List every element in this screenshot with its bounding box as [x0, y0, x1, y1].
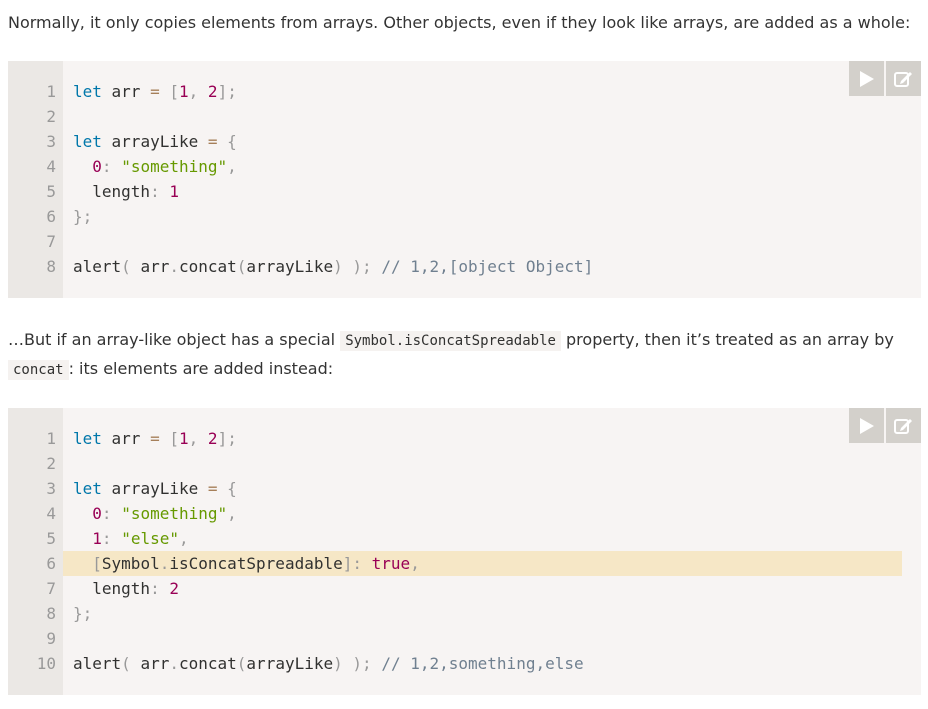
- line-number: 2: [46, 454, 56, 473]
- code-line: 2: [46, 104, 921, 129]
- code-line: 1 let arr = [1, 2];: [46, 426, 921, 451]
- code-line: 5 1: "else",: [46, 526, 921, 551]
- code-line: 7 length: 2: [46, 576, 921, 601]
- code-line: 6 [Symbol.isConcatSpreadable]: true,: [46, 551, 902, 576]
- code-text: let arrayLike = {: [73, 479, 237, 498]
- code-line: 7: [46, 229, 921, 254]
- code-text: 0: "something",: [92, 504, 237, 523]
- paragraph-spreadable-text-1: …But if an array-like object has a speci…: [8, 330, 336, 349]
- code-line: 9: [46, 626, 921, 651]
- code-text: length: 2: [73, 579, 179, 598]
- code-text: 0: "something",: [92, 157, 237, 176]
- inline-code-concat: concat: [8, 360, 69, 380]
- code-lines-1: 1 let arr = [1, 2]; 2 3 let arrayLike = { 4 0…: [46, 79, 921, 279]
- line-number: 6: [46, 207, 56, 226]
- code-lines-2: 1 let arr = [1, 2]; 2 3 let arrayLike = { 4 0…: [37, 426, 921, 676]
- code-block-1: 1 let arr = [1, 2]; 2 3 let arrayLike = { 4 0…: [8, 61, 921, 298]
- paragraph-intro: Normally, it only copies elements from a…: [8, 9, 910, 36]
- code-text: length: 1: [73, 182, 179, 201]
- code-text: let arr = [1, 2];: [73, 429, 237, 448]
- line-number: 7: [46, 232, 56, 251]
- code-line: 3 let arrayLike = {: [46, 129, 921, 154]
- code-text: alert( arr.concat(arrayLike) ); // 1,2,[…: [73, 257, 594, 276]
- line-number: 3: [46, 132, 56, 151]
- paragraph-spreadable-text-3: : its elements are added instead:: [68, 359, 334, 378]
- code-text: };: [73, 604, 93, 623]
- code-text: };: [73, 207, 93, 226]
- code-line: 1 let arr = [1, 2];: [46, 79, 921, 104]
- code-line: 4 0: "something",: [46, 154, 921, 179]
- line-number: 1: [46, 82, 56, 101]
- code-block-2: 1 let arr = [1, 2]; 2 3 let arrayLike = { 4 0…: [8, 408, 921, 695]
- paragraph-spreadable-text-2: property, then it’s treated as an array …: [566, 330, 894, 349]
- line-number: 7: [46, 579, 56, 598]
- code-line: 10 alert( arr.concat(arrayLike) ); // 1,2…: [37, 651, 921, 676]
- paragraph-intro-text: Normally, it only copies elements from a…: [8, 13, 911, 32]
- code-line: 2: [46, 451, 921, 476]
- code-text: alert( arr.concat(arrayLike) ); // 1,2,s…: [73, 654, 584, 673]
- code-line: 8 alert( arr.concat(arrayLike) ); // 1,2,…: [46, 254, 921, 279]
- paragraph-spreadable: …But if an array-like object has a speci…: [8, 326, 894, 384]
- code-text: let arr = [1, 2];: [73, 82, 237, 101]
- line-number: 5: [46, 529, 56, 548]
- line-number: 4: [46, 504, 56, 523]
- line-number: 10: [36, 654, 56, 673]
- code-text: [Symbol.isConcatSpreadable]: true,: [92, 554, 420, 573]
- line-number: 6: [46, 554, 56, 573]
- line-number: 1: [46, 429, 56, 448]
- line-number: 3: [46, 479, 56, 498]
- line-number: 4: [46, 157, 56, 176]
- inline-code-symbol: Symbol.isConcatSpreadable: [340, 331, 561, 351]
- line-number: 9: [46, 629, 56, 648]
- code-line: 6};: [46, 204, 921, 229]
- line-number: 2: [46, 107, 56, 126]
- line-number: 5: [46, 182, 56, 201]
- code-text: let arrayLike = {: [73, 132, 237, 151]
- code-line: 8};: [46, 601, 921, 626]
- code-text: 1: "else",: [92, 529, 189, 548]
- code-line: 5 length: 1: [46, 179, 921, 204]
- line-number: 8: [46, 257, 56, 276]
- code-line: 3 let arrayLike = {: [46, 476, 921, 501]
- code-line: 4 0: "something",: [46, 501, 921, 526]
- line-number: 8: [46, 604, 56, 623]
